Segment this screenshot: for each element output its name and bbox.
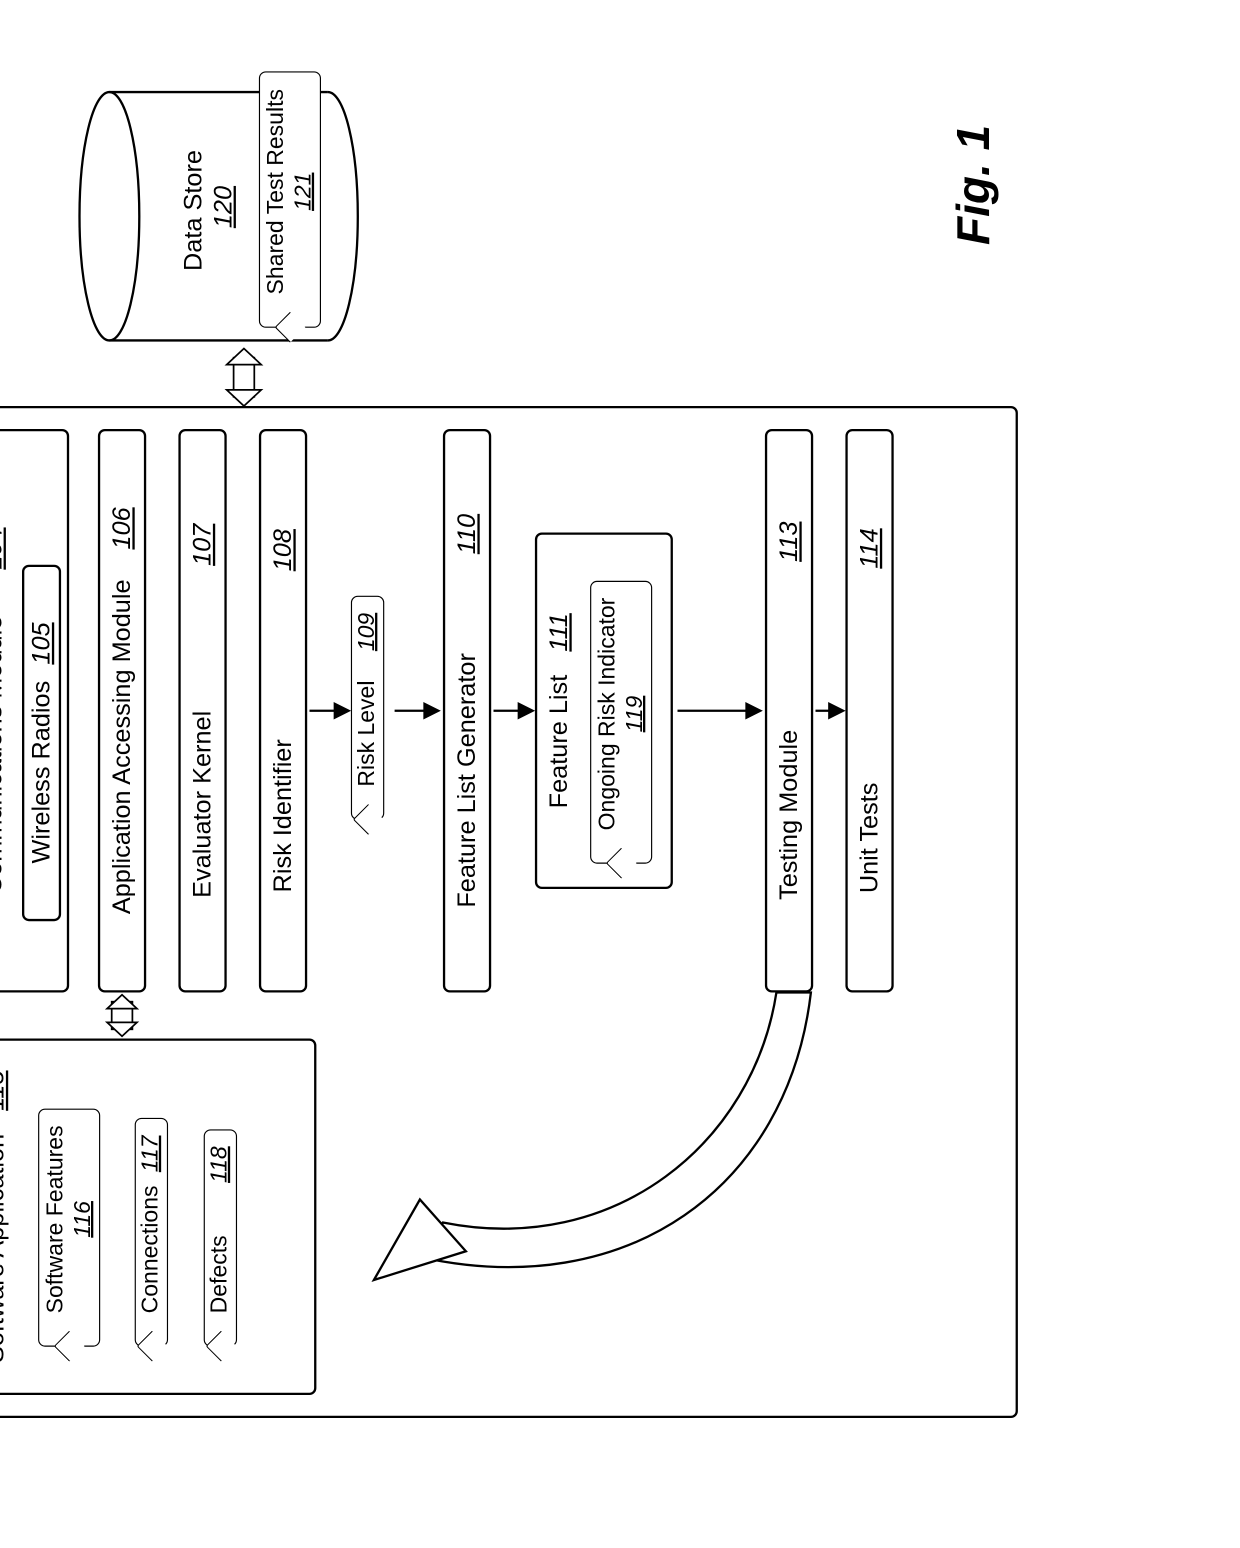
- data-store-title: Data Store 120: [178, 136, 238, 285]
- wireless-radios-label: Wireless Radios: [27, 681, 57, 864]
- defects-label: Defects: [207, 1235, 232, 1313]
- feature-gen-box: Feature List Generator 110: [443, 429, 491, 993]
- bi-arrow-datastore: [227, 349, 262, 407]
- shared-results-tag: Shared Test Results 121: [259, 72, 321, 328]
- figure-caption: Fig. 1: [949, 125, 1001, 245]
- app-access-label: Application Accessing Module: [107, 579, 137, 914]
- feature-list-label: Feature List: [544, 675, 573, 809]
- unit-tests-num: 114: [855, 528, 885, 568]
- risk-id-box: Risk Identifier 108: [259, 429, 307, 993]
- software-app-box: Software Application 115 Software Featur…: [0, 1039, 316, 1396]
- risk-level-tag: Risk Level 109: [351, 596, 384, 820]
- risk-level-label: Risk Level: [354, 681, 379, 787]
- software-features-num: 116: [70, 1201, 95, 1238]
- comm-module-num: 104: [0, 527, 8, 569]
- defects-num: 118: [207, 1146, 232, 1183]
- unit-tests-label: Unit Tests: [855, 783, 885, 894]
- risk-id-num: 108: [268, 529, 298, 571]
- testing-box: Testing Module 113: [765, 429, 813, 993]
- defects-tag: Defects 118: [204, 1129, 237, 1347]
- risk-level-num: 109: [354, 613, 379, 651]
- evaluator-num: 107: [188, 524, 218, 566]
- risk-id-label: Risk Identifier: [268, 739, 298, 892]
- app-access-box: Application Accessing Module 106: [98, 429, 146, 993]
- evaluator-box: Evaluator Kernel 107: [178, 429, 226, 993]
- software-features-tag: Software Features 116: [38, 1108, 100, 1347]
- feature-gen-num: 110: [452, 514, 482, 554]
- unit-tests-box: Unit Tests 114: [845, 429, 893, 993]
- software-app-label: Software Application: [0, 1134, 11, 1363]
- testing-label: Testing Module: [774, 730, 804, 900]
- wireless-radios-num: 105: [27, 622, 57, 664]
- wireless-radios-box: Wireless Radios 105: [22, 565, 61, 922]
- connections-tag: Connections 117: [135, 1118, 168, 1346]
- feature-list-box: Feature List 111 Ongoing Risk Indicator …: [535, 533, 673, 890]
- shared-results-label: Shared Test Results: [264, 89, 289, 294]
- shared-results-num: 121: [291, 173, 316, 211]
- evaluator-label: Evaluator Kernel: [188, 711, 218, 898]
- software-features-label: Software Features: [43, 1125, 68, 1313]
- comm-module-box: Communications Module 104 Wireless Radio…: [0, 429, 69, 993]
- data-store-label: Data Store: [178, 150, 207, 271]
- software-app-num: 115: [0, 1070, 11, 1110]
- testing-num: 113: [774, 522, 804, 562]
- connections-label: Connections: [138, 1185, 163, 1313]
- ongoing-risk-tag: Ongoing Risk Indicator 119: [590, 580, 652, 863]
- software-app-title: Software Application 115: [0, 1041, 15, 1393]
- ongoing-risk-label: Ongoing Risk Indicator: [595, 598, 620, 831]
- data-store-num: 120: [208, 186, 237, 228]
- ongoing-risk-num: 119: [622, 696, 647, 733]
- app-access-num: 106: [107, 507, 137, 549]
- connections-num: 117: [138, 1136, 163, 1173]
- comm-module-label: Communications Module: [0, 616, 8, 894]
- feature-list-num: 111: [544, 613, 573, 651]
- feature-gen-label: Feature List Generator: [452, 653, 482, 908]
